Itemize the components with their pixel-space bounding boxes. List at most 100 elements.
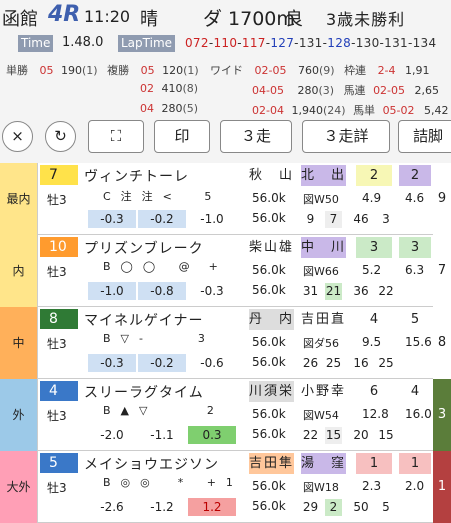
rank-1: 6 [356, 381, 392, 402]
horse-name[interactable]: プリズンブレーク [84, 238, 204, 258]
lap-value: 128 [327, 36, 352, 50]
index-value-2: -1.1 [150, 428, 174, 442]
jockey-name[interactable]: 吉田隼 [249, 453, 294, 474]
stat-3: 50 [353, 500, 369, 514]
fukusho-combo-3: 04 [140, 102, 154, 115]
horse-row[interactable]: 大外 5 牡3 メイショウエジソン B ◎ ◎ * + 1 -2.6 -1.2 1.2 吉田隼湯… [0, 451, 451, 523]
horse-row[interactable]: 最内 7 牡3 ヴィンチトーレ C 注 注 < 5 -0.3 -0.2 -1.0 秋 山北 出2… [0, 163, 451, 235]
horse-name[interactable]: ヴィンチトーレ [84, 166, 189, 186]
horse-number: 4 [40, 381, 78, 401]
horse-name[interactable]: マイネルゲイナー [84, 310, 203, 330]
stat-1: 29 [302, 500, 319, 514]
wide-value-2: 280 [297, 84, 319, 97]
lap-value: 127 [270, 36, 295, 50]
stat-4: 15 [378, 428, 394, 442]
sex-age: 牡3 [47, 193, 67, 207]
horse-row[interactable]: 外 4 牡3 スリーラグタイム B ▲ ▽ 2 -2.0 -1.1 0.3 川須栄 小野幸 6 4 56… [0, 379, 451, 451]
umaren-label: 馬連 [343, 84, 366, 97]
close-button[interactable]: × [2, 121, 33, 152]
index-value-3: 1.2 [188, 498, 236, 516]
weight-1: 56.0k [252, 263, 286, 277]
wide-label: ワイド [210, 64, 243, 77]
post-time: 11:20 [84, 7, 131, 26]
wide-pop: (9) [318, 64, 335, 77]
time-tag: Time [18, 35, 54, 52]
sex-age: 牡3 [47, 337, 67, 351]
gate-position: 大外 [0, 451, 38, 523]
lap-value: 131 [298, 36, 323, 50]
prediction-marks: B ▽ - 3 [103, 332, 206, 345]
rank-1: 3 [356, 237, 392, 258]
lap-value: 134 [412, 36, 437, 50]
run3-detail-button[interactable]: ３走詳 [302, 120, 390, 153]
gate-number: 3 [433, 379, 451, 451]
weather: 晴 [140, 9, 158, 30]
index-value-1: -1.0 [88, 282, 136, 300]
odds-place: 4.6 [405, 191, 425, 205]
tansho-label: 単勝 [6, 64, 28, 77]
payout-row-3: 04 280(5) [140, 102, 198, 115]
run3-button[interactable]: ３走 [220, 120, 292, 153]
odds-win: 9.5 [362, 335, 382, 349]
stat-4: 22 [378, 284, 394, 298]
fukusho-combo: 05 [140, 64, 155, 77]
tansho-value: 190 [61, 64, 82, 77]
stat-1: 9 [306, 212, 315, 226]
prediction-marks: B ◯ ◯ @ + [103, 260, 219, 273]
index-value-3: -0.6 [200, 356, 224, 370]
lap-times: 072-110-117-127-131-128-130-131-134 [185, 36, 437, 50]
weight-1: 56.0k [252, 407, 286, 421]
expand-button[interactable]: ⛶ [88, 120, 144, 153]
stat-2: 15 [325, 427, 342, 444]
race-class: 3歳未勝利 [326, 10, 406, 29]
odds-win: 2.3 [362, 479, 382, 493]
trainer-name[interactable]: 小野幸 [301, 381, 346, 402]
jockey-name[interactable]: 川須栄 [249, 381, 294, 402]
umatan-combo: 05-02 [382, 104, 415, 117]
refresh-button[interactable]: ↻ [45, 121, 76, 152]
odds-place: 15.6 [405, 335, 432, 349]
jockey-name[interactable]: 秋 山 [249, 165, 294, 186]
odds-win: 4.9 [362, 191, 382, 205]
index-value-1: -2.0 [100, 428, 124, 442]
gate-position: 外 [0, 379, 38, 451]
horse-name[interactable]: メイショウエジソン [84, 454, 219, 474]
odds-place: 2.0 [405, 479, 425, 493]
rank-2: 3 [399, 237, 431, 258]
payout-row-1: 単勝 05 190(1) 複勝 05 120(1) [6, 62, 199, 78]
horse-name[interactable]: スリーラグタイム [84, 382, 204, 402]
trainer-name[interactable]: 湯 窪 [301, 453, 346, 474]
print-button[interactable]: 印 [154, 120, 210, 153]
horse-number: 7 [40, 165, 78, 185]
refresh-icon: ↻ [54, 127, 67, 145]
horse-row[interactable]: 内 10 牡3 プリズンブレーク B ◯ ◯ @ + -1.0 -0.8 -0.3 柴山雄中 川… [0, 235, 451, 307]
trainer-name[interactable]: 北 出 [301, 165, 346, 186]
lap-value: 130 [355, 36, 380, 50]
detail-button[interactable]: 詰脚 [398, 120, 451, 153]
wide-value: 760 [297, 64, 319, 77]
stat-4: 25 [378, 356, 394, 370]
wakuren-combo: 2-4 [377, 64, 396, 77]
payout-row-2: 02 410(8) [140, 82, 198, 95]
jockey-name[interactable]: 柴山雄 [249, 237, 294, 258]
horse-number: 5 [40, 453, 78, 473]
sex-age: 牡3 [47, 265, 67, 279]
jockey-name[interactable]: 丹 内 [249, 309, 294, 330]
stat-2: 2 [325, 499, 342, 516]
fukusho-value: 120 [162, 64, 184, 77]
training-info: 図W66 [303, 265, 339, 278]
trainer-name[interactable]: 吉田直 [301, 309, 346, 330]
index-value-2: -0.2 [138, 354, 186, 372]
wide-pop-3: (24) [322, 104, 346, 117]
race-number: 4R [48, 2, 81, 27]
fukusho-combo-2: 02 [140, 82, 154, 95]
lap-value: 117 [241, 36, 266, 50]
race-header: 函館 4R 11:20 晴 ダ 1700m 良 3歳未勝利 Time 1.48.… [0, 0, 451, 163]
index-value-2: -0.8 [138, 282, 186, 300]
training-info: 図W54 [303, 409, 339, 422]
rank-1: 1 [356, 453, 392, 474]
trainer-name[interactable]: 中 川 [301, 237, 346, 258]
lap-value: 110 [213, 36, 238, 50]
horse-row[interactable]: 中 8 牡3 マイネルゲイナー B ▽ - 3 -0.3 -0.2 -0.6 丹 内吉田直 4 5 5… [0, 307, 451, 379]
lap-value: 131 [384, 36, 408, 50]
